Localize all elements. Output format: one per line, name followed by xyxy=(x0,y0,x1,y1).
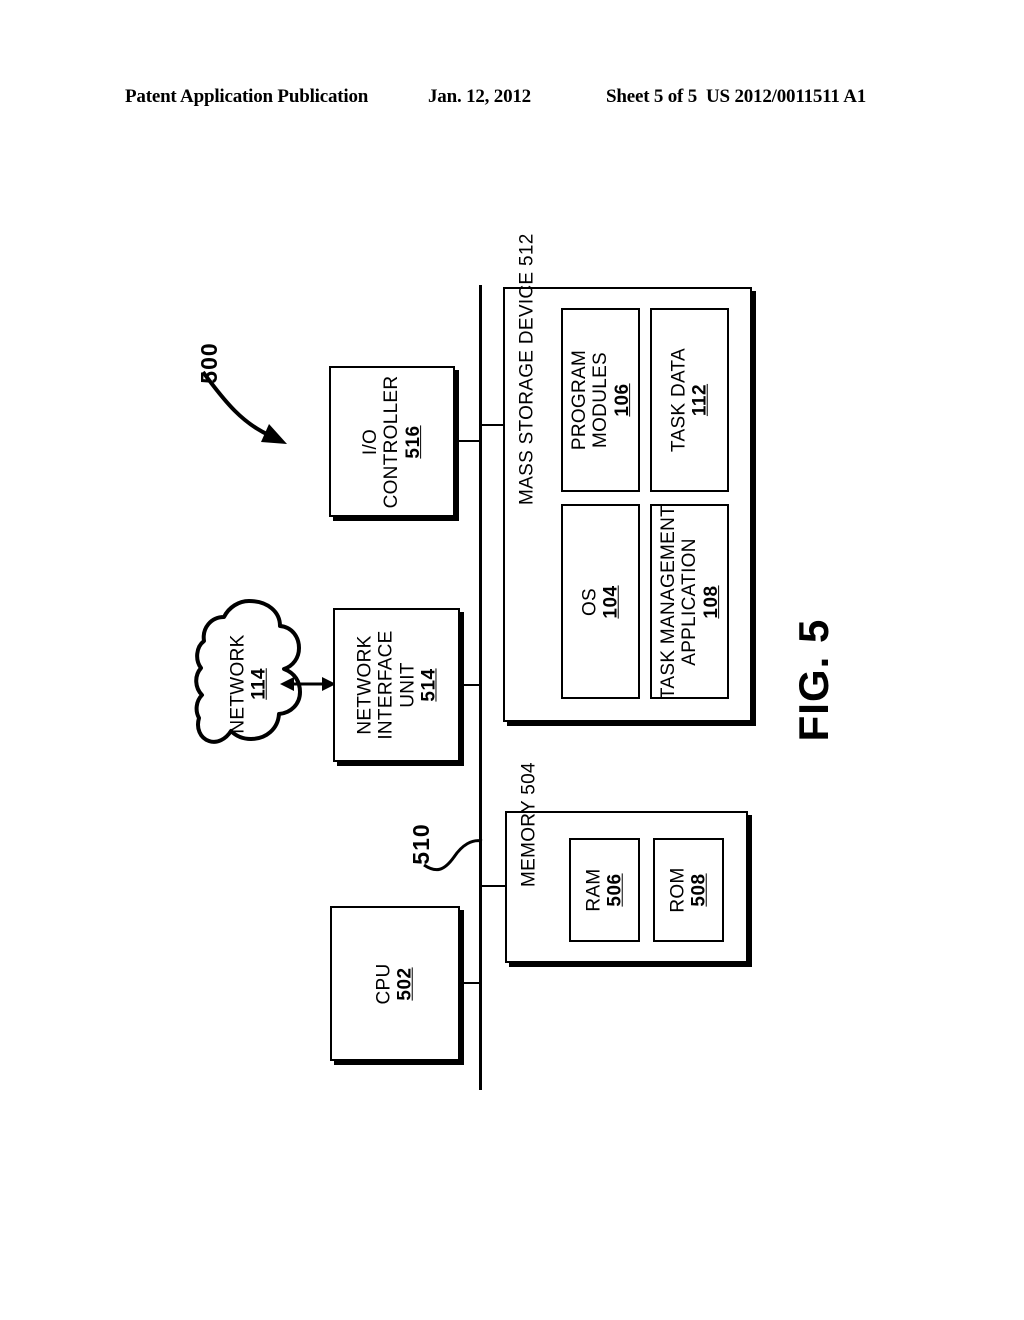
figure-caption: FIG. 5 xyxy=(790,618,837,742)
task-management-application-block: TASK MANAGEMENT APPLICATION 108 xyxy=(650,504,729,699)
os-line1: OS xyxy=(579,587,601,616)
task-data-label: TASK DATA 112 xyxy=(668,348,711,452)
memory-line1: MEMORY xyxy=(518,800,540,887)
system-reference-arrow xyxy=(201,370,287,444)
network-cloud-ref: 114 xyxy=(249,668,270,700)
program-modules-line2: MODULES xyxy=(589,351,611,449)
io-controller-ref: 516 xyxy=(402,424,424,459)
bus-reference-leader xyxy=(423,839,483,872)
os-label: OS 104 xyxy=(579,585,622,618)
io-controller-line1: I/O xyxy=(360,428,382,455)
mass-storage-device-label: MASS STORAGE DEVICE 512 xyxy=(516,233,537,505)
io-controller-line2: CONTROLLER xyxy=(381,375,403,508)
io-controller-block: I/O CONTROLLER 516 xyxy=(329,366,455,517)
task-data-ref: 112 xyxy=(689,383,711,417)
network-interface-unit-block: NETWORK INTERFACE UNIT 514 xyxy=(333,608,460,762)
mass-storage-ref: 512 xyxy=(516,232,538,266)
network-link-arrow xyxy=(280,677,336,691)
bus-stub-memory xyxy=(481,885,505,887)
os-ref: 104 xyxy=(600,584,622,619)
cpu-block: CPU 502 xyxy=(330,906,460,1061)
rom-line1: ROM xyxy=(667,867,689,913)
task-data-block: TASK DATA 112 xyxy=(650,308,729,492)
task-management-line1: TASK MANAGEMENT xyxy=(657,504,679,699)
cpu-line1: CPU xyxy=(373,962,395,1005)
bus-stub-mass-storage xyxy=(481,424,505,426)
ram-line1: RAM xyxy=(583,868,605,912)
figure-5-diagram: 500 I/O CONTROLLER 516 NETWORK 114 NETWO… xyxy=(0,0,1024,1320)
program-modules-label: PROGRAM MODULES 106 xyxy=(569,350,633,450)
mass-storage-line1: MASS STORAGE DEVICE xyxy=(516,271,538,505)
os-block: OS 104 xyxy=(561,504,640,699)
system-bus-line xyxy=(479,285,482,1090)
task-management-line2: APPLICATION xyxy=(678,537,700,666)
program-modules-block: PROGRAM MODULES 106 xyxy=(561,308,640,492)
ram-label: RAM 506 xyxy=(583,868,626,911)
mass-storage-device-block: MASS STORAGE DEVICE 512 PROGRAM MODULES … xyxy=(503,233,752,722)
ram-ref: 506 xyxy=(604,873,626,907)
rom-label: ROM 508 xyxy=(667,867,710,912)
network-interface-line2: INTERFACE xyxy=(375,630,397,740)
task-data-line1: TASK DATA xyxy=(668,347,690,453)
program-modules-ref: 106 xyxy=(611,383,633,417)
network-interface-ref: 514 xyxy=(417,668,439,702)
network-interface-line3: UNIT xyxy=(396,662,418,708)
cpu-ref: 502 xyxy=(395,966,416,1001)
network-cloud-line1: NETWORK xyxy=(227,634,249,734)
task-management-ref: 108 xyxy=(700,584,722,619)
memory-block: MEMORY 504 RAM 506 ROM 508 xyxy=(505,762,748,963)
memory-label: MEMORY 504 xyxy=(518,762,539,887)
rom-block: ROM 508 xyxy=(653,838,724,942)
network-cloud-label: NETWORK 114 xyxy=(228,634,271,733)
rom-ref: 508 xyxy=(688,873,710,907)
io-controller-label: I/O CONTROLLER 516 xyxy=(360,375,424,508)
network-interface-unit-label: NETWORK INTERFACE UNIT 514 xyxy=(354,630,439,739)
task-management-application-label: TASK MANAGEMENT APPLICATION 108 xyxy=(658,504,722,698)
cpu-label: CPU 502 xyxy=(374,963,417,1004)
ram-block: RAM 506 xyxy=(569,838,640,942)
network-interface-line1: NETWORK xyxy=(353,635,375,735)
memory-ref: 504 xyxy=(518,762,540,795)
program-modules-line1: PROGRAM xyxy=(568,349,590,451)
bus-stub-io-controller xyxy=(455,440,481,442)
